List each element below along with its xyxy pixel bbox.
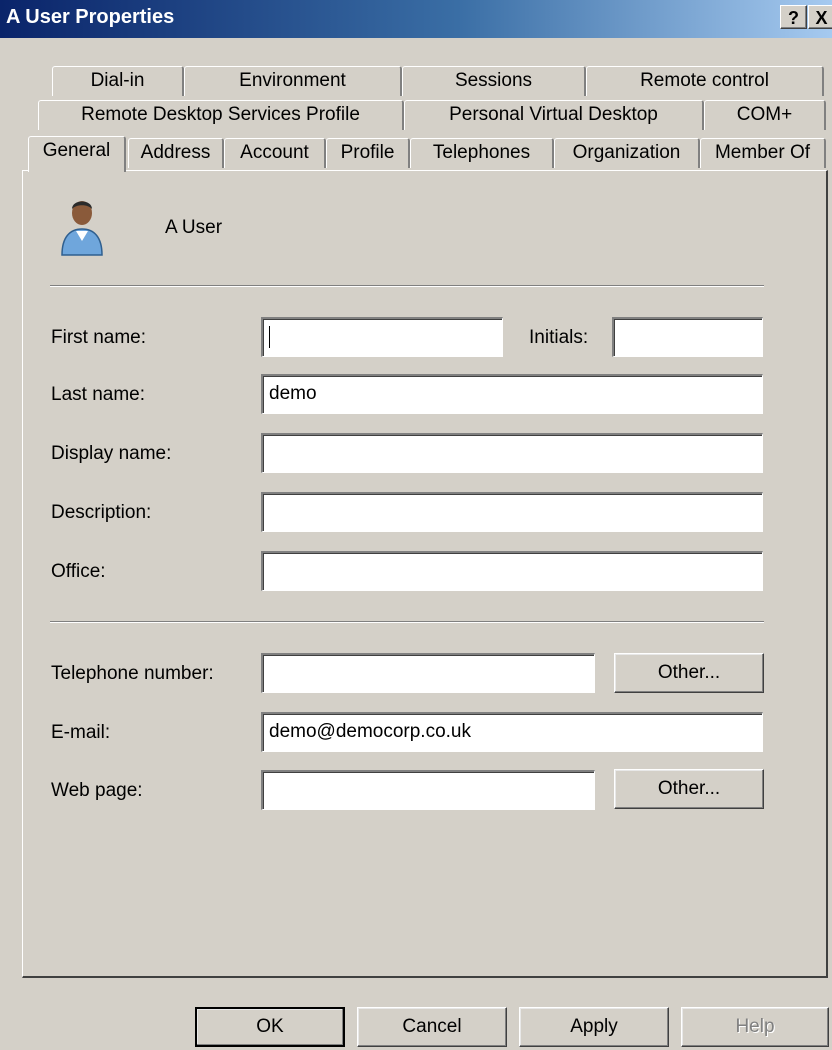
webpage-label: Web page: [51,780,143,801]
email-field[interactable]: demo@democorp.co.uk [261,712,763,752]
window-title: A User Properties [6,6,175,28]
user-icon [61,201,103,256]
last-name-field[interactable]: demo [261,374,763,414]
tab-general[interactable]: General [28,136,126,172]
separator [50,285,764,287]
tab-personal-virtual-desktop[interactable]: Personal Virtual Desktop [404,100,704,130]
description-field[interactable] [261,492,763,532]
tab-environment[interactable]: Environment [184,66,402,96]
tab-account[interactable]: Account [224,138,326,168]
tab-telephones[interactable]: Telephones [410,138,554,168]
separator [50,621,764,623]
help-button[interactable]: Help [681,1007,829,1047]
description-label: Description: [51,502,152,523]
help-icon[interactable]: ? [780,5,807,29]
display-name-label: Display name: [51,443,172,464]
telephone-other-button[interactable]: Other... [614,653,764,693]
webpage-field[interactable] [261,770,595,810]
email-label: E-mail: [51,722,111,743]
first-name-label: First name: [51,327,147,348]
tab-member-of[interactable]: Member Of [700,138,826,168]
tab-sessions[interactable]: Sessions [402,66,586,96]
first-name-field[interactable] [261,317,503,357]
ok-button[interactable]: OK [195,1007,345,1047]
tab-remote-control[interactable]: Remote control [586,66,824,96]
title-bar: A User Properties ? X [0,0,832,38]
office-label: Office: [51,561,106,582]
webpage-other-button[interactable]: Other... [614,769,764,809]
tab-profile[interactable]: Profile [326,138,410,168]
last-name-label: Last name: [51,384,145,405]
tab-com-plus[interactable]: COM+ [704,100,826,130]
initials-label: Initials: [529,327,589,348]
cancel-button[interactable]: Cancel [357,1007,507,1047]
display-name-field[interactable] [261,433,763,473]
close-icon[interactable]: X [808,5,832,29]
text-caret [269,325,270,348]
tab-rds-profile[interactable]: Remote Desktop Services Profile [38,100,404,130]
user-display-name: A User [165,217,223,238]
initials-field[interactable] [612,317,763,357]
telephone-field[interactable] [261,653,595,693]
tab-organization[interactable]: Organization [554,138,700,168]
tab-dial-in[interactable]: Dial-in [52,66,184,96]
telephone-label: Telephone number: [51,663,214,684]
tab-address[interactable]: Address [128,138,224,168]
office-field[interactable] [261,551,763,591]
apply-button[interactable]: Apply [519,1007,669,1047]
